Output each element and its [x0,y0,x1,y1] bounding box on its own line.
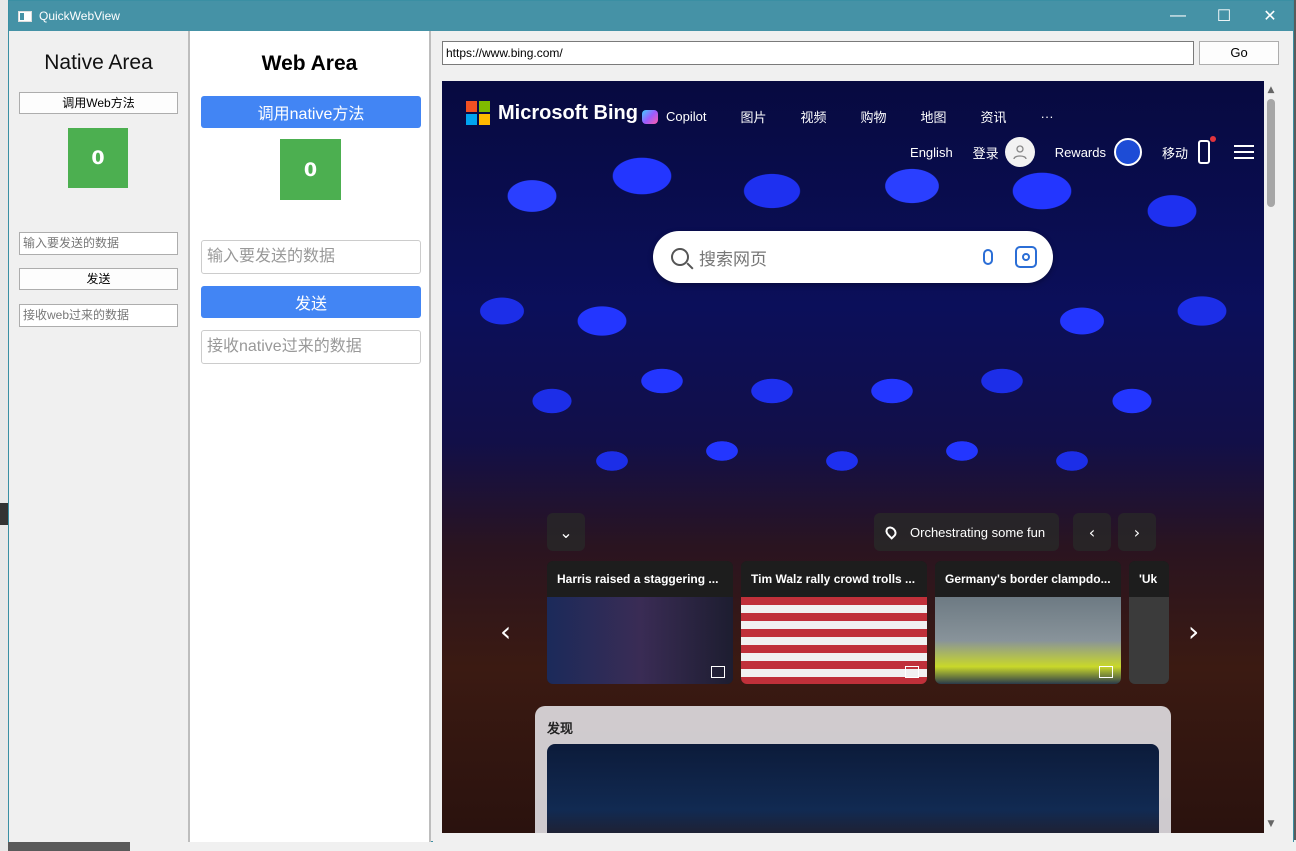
call-web-method-button[interactable]: 调用Web方法 [19,92,178,114]
phone-icon [1198,136,1216,164]
microphone-icon[interactable] [983,249,993,265]
background-mark [0,503,8,525]
nav-shopping[interactable]: 购物 [861,107,887,126]
location-pin-icon [883,524,899,540]
copilot-icon [642,109,658,124]
nav-images[interactable]: 图片 [740,107,766,126]
login-link[interactable]: 登录 [973,137,1035,167]
close-button[interactable]: ✕ [1247,1,1293,31]
bing-logo-text: Microsoft Bing [498,101,638,124]
native-send-button[interactable]: 发送 [19,268,178,290]
minimize-button[interactable]: — [1155,1,1201,31]
news-card-title: Harris raised a staggering ... [547,561,733,597]
bing-utility-bar: English 登录 Rewards 移动 [890,136,1254,167]
scroll-down-arrow-icon[interactable]: ▼ [1264,817,1278,831]
bing-logo[interactable]: Microsoft Bing [466,101,638,125]
mobile-label: 移动 [1161,145,1188,161]
news-card-title: Tim Walz rally crowd trolls ... [741,561,927,597]
webview[interactable]: Microsoft Bing Copilot 图片 视频 购物 地图 资讯 ··… [442,81,1278,833]
scrollbar-thumb[interactable] [1267,99,1275,207]
location-text: Orchestrating some fun [910,524,1046,540]
native-area-panel: Native Area 调用Web方法 0 输入要发送的数据 发送 接收web过… [9,31,190,842]
nav-more[interactable]: ··· [1041,107,1054,126]
login-label: 登录 [972,145,999,161]
scroll-up-arrow-icon[interactable]: ▲ [1264,83,1278,97]
discover-label: 发现 [547,721,574,736]
bing-search-box[interactable]: 搜索网页 [653,231,1053,283]
news-card-image [741,597,927,684]
search-icon [671,248,689,266]
nav-news[interactable]: 资讯 [981,107,1007,126]
collapse-chevron-down-icon[interactable]: ⌄ [547,513,585,551]
native-area-title: Native Area [44,51,153,74]
window-title: QuickWebView [39,9,120,23]
maximize-button[interactable]: ☐ [1201,1,1247,31]
browser-panel: https://www.bing.com/ Go Microsoft Bing … [433,31,1293,842]
desktop-background [0,0,8,851]
news-card[interactable]: Germany's border clampdo... [935,561,1121,684]
mobile-link[interactable]: 移动 [1161,136,1216,164]
read-icon [711,666,725,678]
quickwebview-window: QuickWebView — ☐ ✕ Native Area 调用Web方法 0… [8,0,1294,842]
search-placeholder: 搜索网页 [699,249,767,269]
news-card-image [1129,597,1169,684]
location-pill[interactable]: Orchestrating some fun [874,513,1060,551]
native-counter: 0 [68,128,128,188]
rewards-link[interactable]: Rewards [1055,138,1142,166]
previous-image-chevron-left-icon[interactable]: ‹ [1073,513,1111,551]
web-receive-field[interactable]: 接收native过来的数据 [201,330,421,364]
call-native-method-button[interactable]: 调用native方法 [201,96,421,128]
news-card-title: Germany's border clampdo... [935,561,1121,597]
discover-section: 发现 [535,706,1171,833]
nav-videos[interactable]: 视频 [800,107,826,126]
read-icon [905,666,919,678]
microsoft-logo-icon [466,101,490,125]
discover-image[interactable] [547,744,1159,833]
news-card-title: 'Uk [1129,561,1169,597]
read-icon [1099,666,1113,678]
web-send-input[interactable]: 输入要发送的数据 [201,240,421,274]
trophy-icon [1113,138,1142,166]
native-receive-field[interactable]: 接收web过来的数据 [19,304,178,327]
nav-maps[interactable]: 地图 [921,107,947,126]
go-button[interactable]: Go [1199,41,1279,65]
bing-nav: Copilot 图片 视频 购物 地图 资讯 ··· [642,107,1088,126]
webview-scrollbar[interactable]: ▲ ▼ [1264,81,1278,833]
web-area-title: Web Area [261,52,358,75]
news-card-image [547,597,733,684]
rewards-label: Rewards [1054,144,1106,160]
web-send-button[interactable]: 发送 [201,286,421,318]
web-counter: 0 [280,139,341,200]
url-input[interactable]: https://www.bing.com/ [442,41,1194,65]
native-send-input[interactable]: 输入要发送的数据 [19,232,178,255]
title-bar[interactable]: QuickWebView — ☐ ✕ [9,1,1293,31]
nav-copilot-label: Copilot [666,109,707,124]
news-card[interactable]: Tim Walz rally crowd trolls ... [741,561,927,684]
language-link[interactable]: English [910,145,953,160]
app-icon [18,10,32,22]
news-card-image [935,597,1121,684]
news-card[interactable]: Harris raised a staggering ... [547,561,733,684]
hamburger-menu-icon[interactable] [1234,145,1254,159]
next-image-chevron-right-icon[interactable]: › [1118,513,1156,551]
visual-search-icon[interactable] [1015,246,1037,268]
news-next-chevron-right-icon[interactable]: › [1188,615,1199,648]
news-prev-chevron-left-icon[interactable]: ‹ [500,615,511,648]
web-area-panel: Web Area 调用native方法 0 输入要发送的数据 发送 接收nati… [190,31,431,842]
news-card[interactable]: 'Uk [1129,561,1169,684]
nav-copilot[interactable]: Copilot [642,107,706,126]
avatar-icon [1004,137,1035,167]
